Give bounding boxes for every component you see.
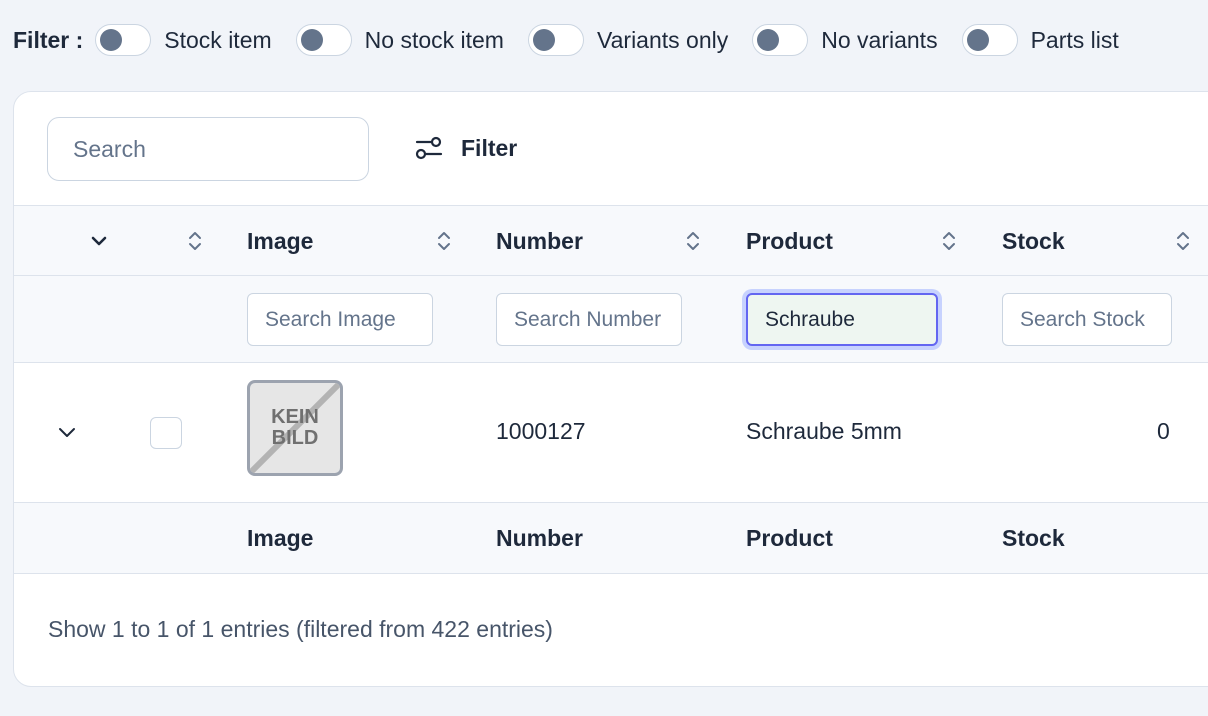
search-input[interactable]: [47, 117, 369, 181]
toggle-knob: [100, 29, 123, 51]
entries-status: Show 1 to 1 of 1 entries (filtered from …: [48, 616, 553, 642]
toggle-knob: [532, 29, 555, 51]
toggle-label: Parts list: [1030, 26, 1119, 53]
toggle-label: Variants only: [596, 26, 729, 53]
product-table-card: Filter Image Number Product Stock KEIN B…: [13, 91, 1208, 687]
footer-header-stock: Stock: [1002, 525, 1065, 551]
toggle-switch[interactable]: [95, 24, 152, 56]
sort-icon[interactable]: [436, 230, 452, 252]
row-select-checkbox[interactable]: [150, 417, 182, 449]
no-image-text: KEIN BILD: [250, 407, 340, 449]
toggle-knob: [966, 29, 989, 51]
toggle-label: No stock item: [364, 26, 504, 53]
filter-button-label: Filter: [461, 134, 518, 161]
footer-header-image: Image: [247, 525, 314, 551]
toggle-label: No variants: [821, 26, 938, 53]
toggle-variants-only[interactable]: Variants only: [527, 24, 729, 56]
toggle-switch[interactable]: [295, 24, 352, 56]
filter-sliders-icon: [415, 136, 443, 160]
table-row[interactable]: KEIN BILD 1000127 Schraube 5mm 0: [14, 363, 1208, 503]
column-header-image[interactable]: Image: [247, 228, 313, 255]
filter-bar: Filter : Stock item No stock item Varian…: [0, 0, 1208, 80]
sort-icon[interactable]: [1175, 230, 1191, 252]
no-image-text-line: KEIN: [271, 406, 319, 428]
toggle-knob: [300, 29, 323, 51]
cell-number: 1000127: [496, 418, 586, 444]
column-search-row: [14, 276, 1208, 363]
footer-header-product: Product: [746, 525, 833, 551]
cell-product[interactable]: Schraube 5mm: [746, 418, 902, 445]
toggle-switch[interactable]: [527, 24, 584, 56]
cell-stock: 0: [1157, 418, 1170, 444]
toggle-parts-list[interactable]: Parts list: [961, 24, 1119, 56]
toggle-label: Stock item: [164, 26, 272, 53]
search-product-input[interactable]: [746, 293, 938, 346]
column-header-stock[interactable]: Stock: [1002, 228, 1065, 255]
toggle-switch[interactable]: [961, 24, 1018, 56]
sort-icon[interactable]: [941, 230, 957, 252]
search-stock-input[interactable]: [1002, 293, 1172, 346]
toggle-no-stock-item[interactable]: No stock item: [295, 24, 504, 56]
search-number-input[interactable]: [496, 293, 682, 346]
expand-row-chevron-icon[interactable]: [57, 423, 77, 443]
toggle-switch[interactable]: [752, 24, 809, 56]
table-header-row: Image Number Product Stock: [14, 205, 1208, 276]
table-footer-row: Image Number Product Stock: [14, 503, 1208, 574]
expand-all-chevron-icon[interactable]: [90, 232, 108, 250]
search-image-input[interactable]: [247, 293, 433, 346]
filter-button[interactable]: Filter: [415, 130, 517, 166]
product-image-placeholder: KEIN BILD: [247, 380, 343, 476]
no-image-text-line: BILD: [271, 427, 319, 449]
footer-header-number: Number: [496, 525, 583, 551]
table-toolbar: Filter: [14, 92, 1208, 205]
sort-icon[interactable]: [685, 230, 701, 252]
toggle-knob: [757, 29, 780, 51]
filter-bar-label: Filter :: [13, 26, 84, 53]
column-header-product[interactable]: Product: [746, 228, 833, 255]
toggle-no-variants[interactable]: No variants: [752, 24, 938, 56]
column-header-number[interactable]: Number: [496, 228, 583, 255]
sort-icon[interactable]: [187, 230, 203, 252]
toggle-stock-item[interactable]: Stock item: [95, 24, 272, 56]
